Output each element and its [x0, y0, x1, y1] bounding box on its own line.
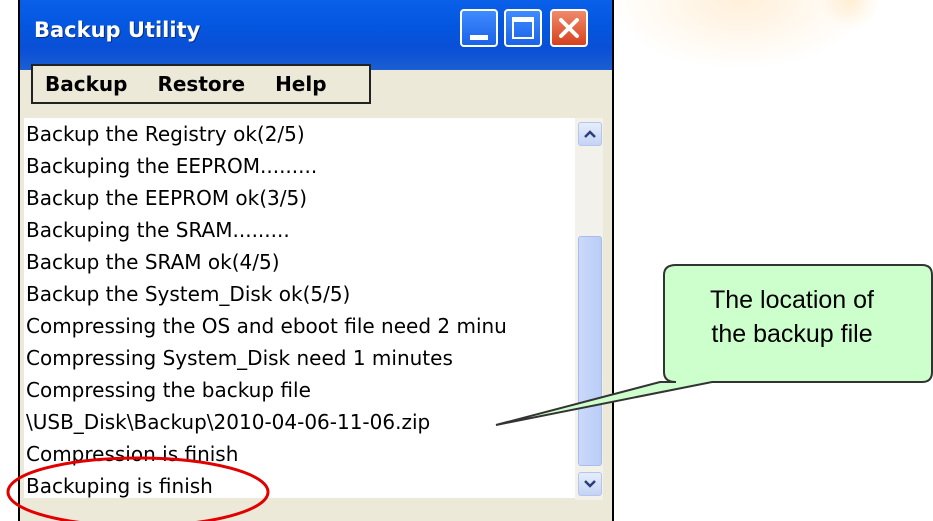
callout-line-2: the backup file	[711, 320, 873, 348]
callout-line-1: The location of	[710, 286, 874, 314]
highlight-ellipse	[6, 456, 270, 521]
callout-text: The location of the backup file	[668, 283, 916, 351]
annotation-layer	[6, 264, 933, 521]
